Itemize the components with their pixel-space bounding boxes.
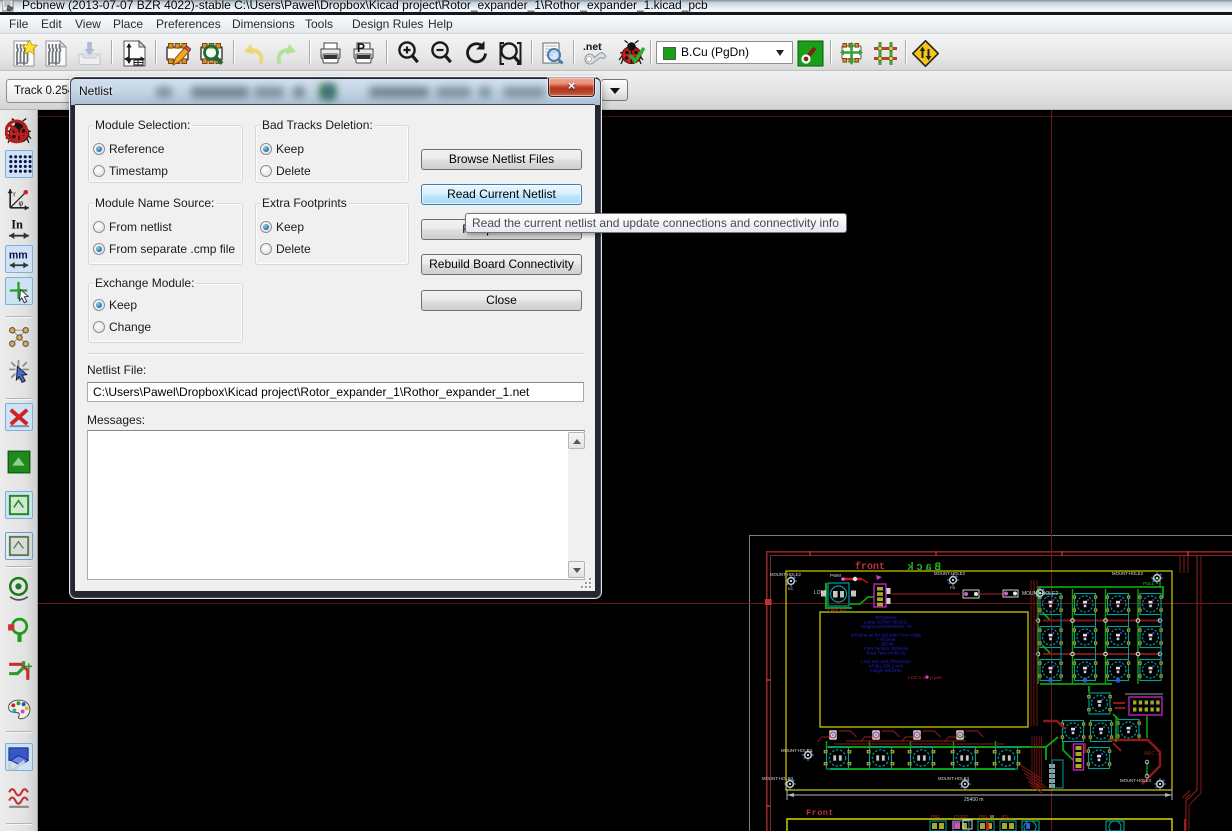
svg-text:front: front bbox=[855, 561, 885, 573]
svg-text:KC: KC bbox=[788, 586, 794, 591]
svg-text:.net: .net bbox=[583, 41, 602, 53]
svg-text:PB2: PB2 bbox=[931, 814, 940, 819]
svg-text:r: r bbox=[13, 189, 16, 198]
svg-text:JP2: JP2 bbox=[1001, 814, 1009, 819]
svg-text:MOUNT-HOLE2: MOUNT-HOLE2 bbox=[770, 572, 802, 577]
svg-text:mm: mm bbox=[9, 250, 28, 262]
svg-text:P: P bbox=[357, 41, 365, 55]
svg-text:FB: FB bbox=[950, 585, 955, 590]
svg-text:φ: φ bbox=[18, 199, 23, 208]
svg-text:Front: Front bbox=[806, 808, 834, 818]
svg-text:MOUNT-HOLE2: MOUNT-HOLE2 bbox=[781, 748, 813, 753]
svg-text:25400 m: 25400 m bbox=[964, 797, 983, 803]
svg-text:PWM: PWM bbox=[830, 573, 841, 578]
svg-text:In: In bbox=[11, 217, 23, 231]
svg-text:ABC 2: ABC 2 bbox=[1144, 751, 1160, 757]
svg-text:p jars: p jars bbox=[930, 675, 942, 681]
svg-text:Height 215149xW621.79: Height 215149xW621.79 bbox=[861, 624, 912, 629]
svg-text:PY200: PY200 bbox=[954, 814, 968, 819]
svg-text:LOL3: LOL3 bbox=[814, 590, 826, 596]
svg-text:MOUNT-HOLE4: MOUNT-HOLE4 bbox=[1120, 778, 1152, 783]
svg-text:MOUNT-HOLE3: MOUNT-HOLE3 bbox=[762, 776, 794, 781]
svg-text:MOUNT-HOLE2: MOUNT-HOLE2 bbox=[934, 571, 966, 576]
svg-text:MOUNT-HOLE3: MOUNT-HOLE3 bbox=[938, 776, 970, 781]
svg-text:LCD s od: LCD s od bbox=[908, 675, 928, 681]
svg-text:Height 88/3mm: Height 88/3mm bbox=[870, 668, 901, 673]
svg-text:PB1: PB1 bbox=[979, 814, 988, 819]
svg-text:W: W bbox=[990, 814, 995, 819]
svg-text:ON/OFF: ON/OFF bbox=[828, 608, 847, 614]
svg-text:MOUNT-HOLE2: MOUNT-HOLE2 bbox=[1112, 571, 1144, 576]
svg-text:Pσv: Pσv bbox=[958, 734, 967, 739]
svg-text:Brea Text 24456 W: Brea Text 24456 W bbox=[867, 651, 907, 656]
